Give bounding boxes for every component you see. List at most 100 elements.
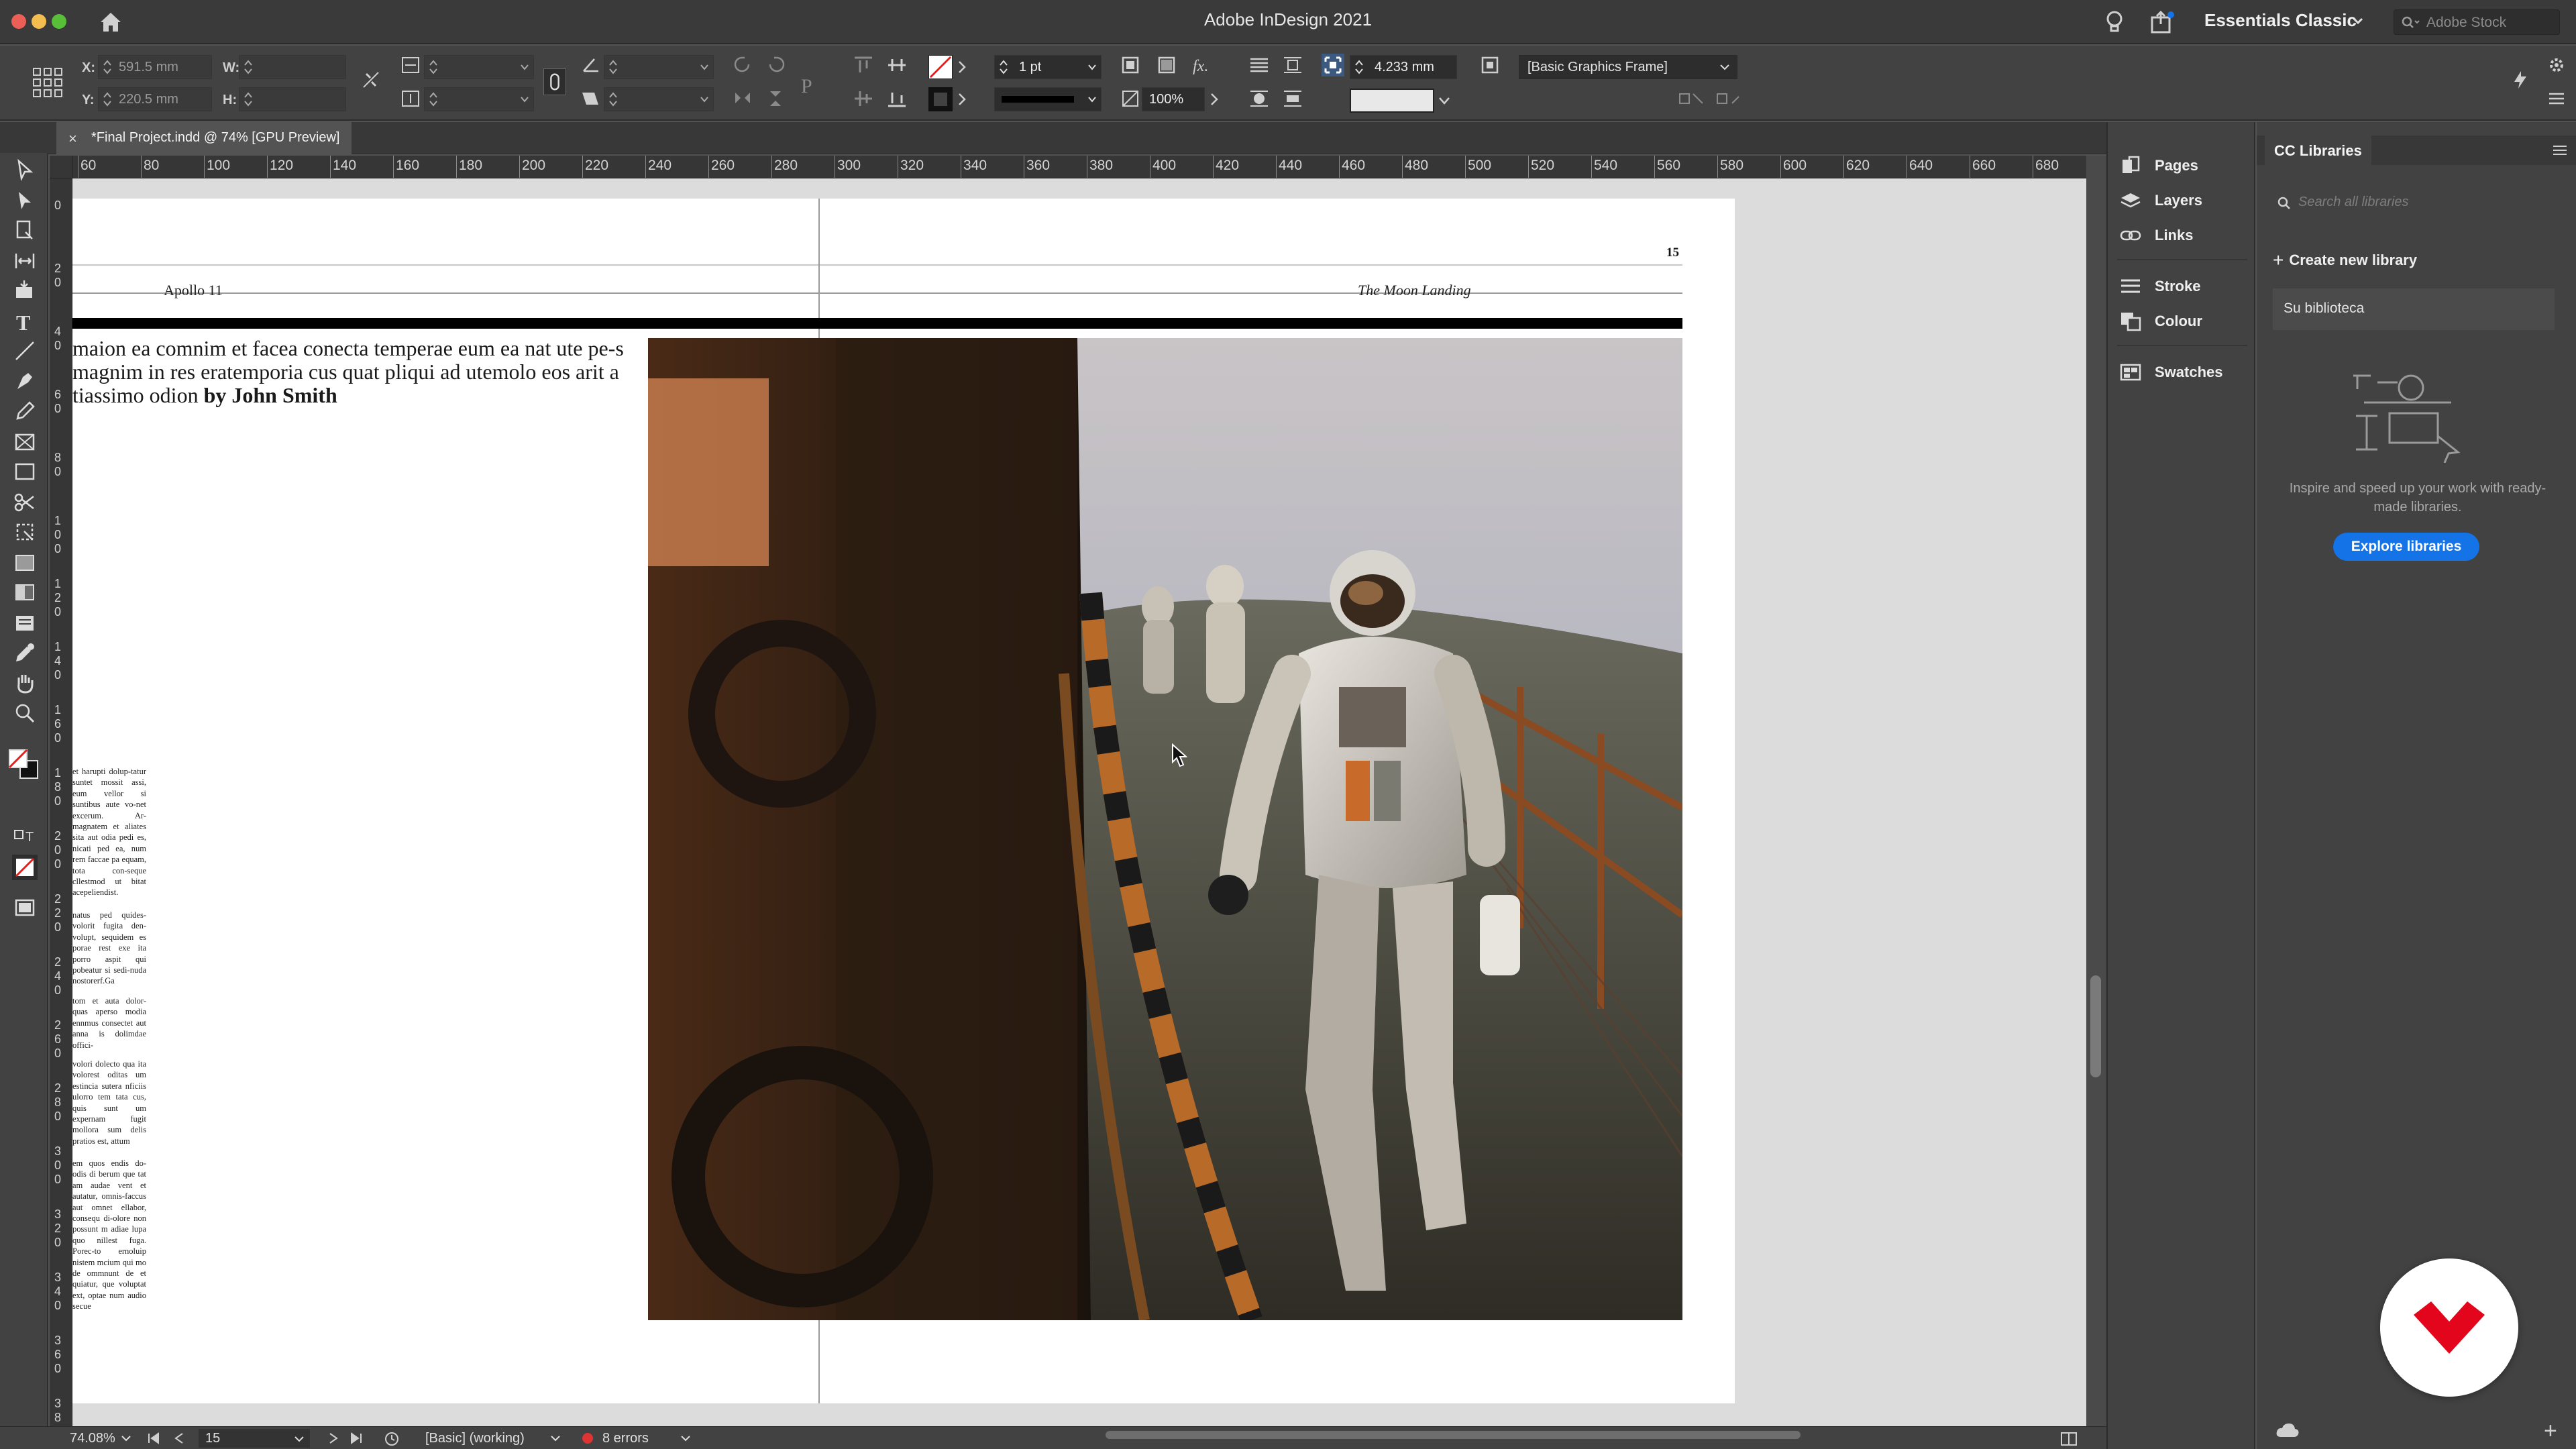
previous-page-icon[interactable] <box>172 1431 186 1446</box>
width-field[interactable] <box>239 55 346 79</box>
create-new-library-button[interactable]: + Create new library <box>2273 250 2417 271</box>
reference-point-icon[interactable] <box>31 66 64 99</box>
content-collector-tool-icon[interactable] <box>12 278 38 303</box>
adobe-stock-search[interactable]: Adobe Stock <box>2394 9 2560 35</box>
window-minimize-button[interactable] <box>32 14 46 29</box>
cloud-icon[interactable] <box>2275 1422 2300 1438</box>
chevron-right-icon[interactable] <box>955 89 970 110</box>
chevron-down-icon[interactable] <box>520 64 529 70</box>
stroke-type-dropdown[interactable] <box>994 87 1102 111</box>
reference-value-field[interactable]: 4.233 mm <box>1350 55 1457 79</box>
preflight-profile[interactable]: [Basic] (working) <box>425 1429 525 1448</box>
text-wrap-shape-icon[interactable] <box>1248 87 1271 110</box>
dock-item-layers[interactable]: Layers <box>2120 188 2254 215</box>
headline-text-frame[interactable]: maion ea comnim et facea conecta tempera… <box>72 337 636 407</box>
vertical-ruler[interactable]: 0 20 40 60 80 100 120 140 160 180 200 220 240 260 280 3… <box>50 178 72 1426</box>
scale-x-field[interactable] <box>424 55 534 79</box>
scale-x-icon[interactable] <box>400 54 423 76</box>
dock-item-colour[interactable]: Colour <box>2120 309 2254 335</box>
x-position-field[interactable]: 591.5 mm <box>98 55 212 79</box>
formatting-affects-text-icon[interactable]: T <box>12 824 38 849</box>
gradient-swatch-tool-icon[interactable] <box>12 550 38 576</box>
fill-stroke-swatch-icon[interactable] <box>5 743 42 788</box>
stepper-icon[interactable] <box>429 91 438 108</box>
open-document-icon[interactable] <box>384 1431 400 1447</box>
chevron-down-icon[interactable] <box>1437 91 1452 110</box>
color-well[interactable] <box>1350 89 1434 113</box>
rotate-cw-icon[interactable] <box>731 54 754 76</box>
object-style-icon[interactable] <box>1479 54 1501 76</box>
rectangle-tool-icon[interactable] <box>12 459 38 484</box>
workspace-switcher[interactable]: Essentials Classic <box>2204 10 2357 31</box>
constrain-proportions-icon[interactable] <box>360 68 382 91</box>
fit-frame-to-content-icon[interactable] <box>1119 54 1142 76</box>
opacity-icon[interactable] <box>1119 87 1142 110</box>
chevron-down-icon[interactable] <box>700 64 709 70</box>
dock-item-swatches[interactable]: Swatches <box>2120 360 2254 386</box>
height-field[interactable] <box>239 87 346 111</box>
share-icon[interactable] <box>2149 9 2176 35</box>
stepper-icon[interactable] <box>608 58 618 76</box>
add-element-button[interactable]: + <box>2544 1418 2557 1444</box>
line-tool-icon[interactable] <box>12 338 38 364</box>
ruler-origin[interactable] <box>50 156 72 178</box>
free-transform-tool-icon[interactable] <box>12 519 38 545</box>
scale-y-field[interactable] <box>424 87 534 111</box>
rectangle-frame-tool-icon[interactable] <box>12 429 38 455</box>
opacity-field[interactable]: 100% <box>1142 87 1205 111</box>
page-tool-icon[interactable] <box>12 217 38 243</box>
column-paragraph[interactable]: tom et auta dolor-quas aperso modia ennm… <box>72 996 146 1051</box>
object-style-dropdown[interactable]: [Basic Graphics Frame] <box>1519 55 1737 79</box>
constrain-scale-button[interactable] <box>543 68 566 95</box>
column-paragraph[interactable]: em quos endis do-odis di berum que tat a… <box>72 1158 146 1312</box>
note-tool-icon[interactable] <box>12 610 38 636</box>
distribute-icon[interactable] <box>885 54 908 76</box>
window-maximize-button[interactable] <box>52 14 66 29</box>
next-page-icon[interactable] <box>326 1431 341 1446</box>
rotation-field[interactable] <box>604 55 714 79</box>
y-position-field[interactable]: 220.5 mm <box>98 87 212 111</box>
stepper-icon[interactable] <box>999 58 1008 76</box>
zoom-tool-icon[interactable] <box>12 700 38 726</box>
chevron-down-icon[interactable] <box>1087 64 1097 70</box>
hand-tool-icon[interactable] <box>12 671 38 696</box>
pasteboard[interactable]: 15 Apollo 11 The Moon Landing maion ea c… <box>72 178 2086 1426</box>
align-top-icon[interactable] <box>852 54 875 76</box>
column-paragraph[interactable]: et harupti dolup-tatur suntet mossit ass… <box>72 766 146 898</box>
rotate-ccw-icon[interactable] <box>765 54 788 76</box>
distribute-spacing-icon[interactable] <box>885 87 908 110</box>
gap-tool-icon[interactable] <box>12 248 38 274</box>
stroke-weight-field[interactable]: 1 pt <box>994 55 1102 79</box>
break-link-icon[interactable] <box>1715 87 1744 110</box>
fit-content-to-frame-icon[interactable] <box>1155 54 1178 76</box>
split-layout-icon[interactable] <box>2059 1431 2078 1447</box>
eyedropper-tool-icon[interactable] <box>12 640 38 665</box>
horizontal-ruler[interactable]: 60 80 100 120 140 160 180 200 220 240 260 280 300 320… <box>72 156 2086 178</box>
chevron-right-icon[interactable] <box>1208 89 1222 110</box>
chevron-down-icon[interactable] <box>2352 15 2364 27</box>
home-icon[interactable] <box>98 9 123 35</box>
path-p-icon[interactable]: P <box>796 72 822 99</box>
effects-fx-icon[interactable]: fx. <box>1191 54 1214 76</box>
close-icon[interactable]: × <box>68 130 77 148</box>
chevron-right-icon[interactable] <box>955 56 970 78</box>
dock-item-pages[interactable]: Pages <box>2120 153 2254 180</box>
scale-y-icon[interactable] <box>400 87 423 110</box>
scissors-tool-icon[interactable] <box>12 490 38 515</box>
flip-vertical-icon[interactable] <box>765 87 788 110</box>
stepper-icon[interactable] <box>608 91 618 108</box>
panel-menu-icon[interactable] <box>2552 144 2568 157</box>
apply-none-icon[interactable] <box>12 855 38 880</box>
pencil-tool-icon[interactable] <box>12 398 38 424</box>
stepper-icon[interactable] <box>244 58 253 76</box>
text-wrap-jump-icon[interactable] <box>1281 87 1304 110</box>
text-wrap-bounding-icon[interactable] <box>1281 54 1304 76</box>
shear-field[interactable] <box>604 87 714 111</box>
lightning-icon[interactable] <box>2509 68 2532 91</box>
chevron-down-icon[interactable] <box>1087 96 1097 103</box>
frame-fitting-icon[interactable] <box>1322 54 1344 76</box>
column-paragraph[interactable]: volori dolecto qua ita volorest oditas u… <box>72 1059 146 1146</box>
stepper-icon[interactable] <box>1354 58 1364 76</box>
panel-menu-icon[interactable] <box>2546 89 2567 109</box>
chevron-down-icon[interactable] <box>520 96 529 103</box>
